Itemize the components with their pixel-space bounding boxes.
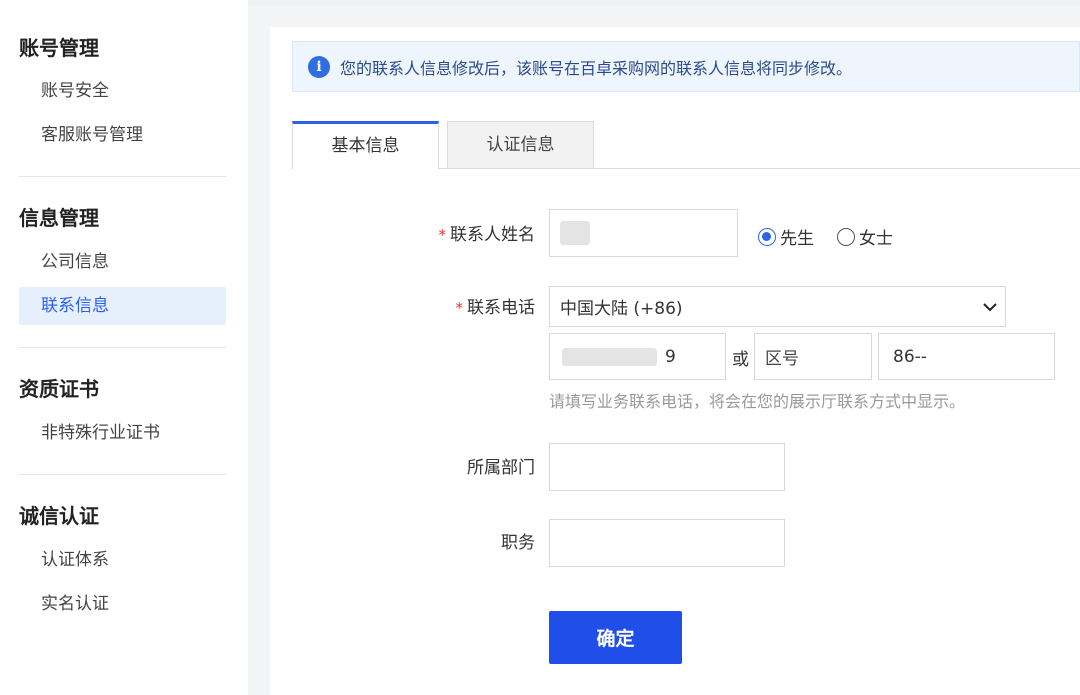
gender-ms-label: 女士 bbox=[859, 229, 893, 249]
chevron-down-icon bbox=[983, 302, 997, 311]
sidebar-item-cs-accounts[interactable]: 客服账号管理 bbox=[19, 116, 226, 154]
tab-bar: 基本信息 认证信息 bbox=[292, 121, 1080, 170]
landline-input[interactable]: 86-- bbox=[878, 333, 1055, 380]
confirm-button[interactable]: 确定 bbox=[549, 611, 682, 664]
gender-mr-radio[interactable]: 先生 bbox=[758, 224, 814, 249]
required-mark: * bbox=[455, 299, 464, 317]
info-notice: i 您的联系人信息修改后，该账号在百卓采购网的联系人信息将同步修改。 bbox=[292, 41, 1080, 92]
mobile-partial: 9 bbox=[665, 346, 676, 367]
gender-ms-radio[interactable]: 女士 bbox=[837, 224, 893, 249]
tab-basic-info[interactable]: 基本信息 bbox=[292, 121, 439, 170]
tab-cert-info[interactable]: 认证信息 bbox=[447, 121, 594, 169]
divider bbox=[19, 474, 226, 475]
area-code-input[interactable]: 区号 bbox=[754, 333, 872, 380]
country-code-value: 中国大陆 (+86) bbox=[560, 299, 683, 319]
radio-unchecked-icon bbox=[837, 227, 855, 246]
phone-label-text: 联系电话 bbox=[467, 298, 535, 318]
notice-text: 您的联系人信息修改后，该账号在百卓采购网的联系人信息将同步修改。 bbox=[340, 58, 853, 78]
radio-checked-icon bbox=[758, 227, 776, 246]
sidebar-item-realname-auth[interactable]: 实名认证 bbox=[19, 585, 226, 623]
sidebar-item-cert-system[interactable]: 认证体系 bbox=[19, 541, 226, 579]
or-text: 或 bbox=[732, 350, 749, 370]
contact-name-label: * 联系人姓名 bbox=[430, 220, 536, 245]
mobile-input[interactable]: 9 bbox=[549, 333, 726, 380]
position-label: 职务 bbox=[501, 533, 535, 553]
contact-name-input[interactable] bbox=[549, 209, 738, 257]
sidebar-group-title: 账号管理 bbox=[19, 36, 99, 60]
sidebar-group-title: 信息管理 bbox=[19, 206, 99, 230]
sidebar-group-title: 资质证书 bbox=[19, 377, 99, 401]
sidebar: 账号管理 账号安全 客服账号管理 信息管理 公司信息 联系信息 资质证书 非特殊… bbox=[0, 0, 248, 695]
sidebar-item-company-info[interactable]: 公司信息 bbox=[19, 243, 226, 281]
gender-mr-label: 先生 bbox=[780, 229, 814, 249]
sidebar-group-account: 账号管理 bbox=[0, 33, 99, 63]
phone-label: * 联系电话 bbox=[430, 293, 536, 318]
sidebar-item-account-security[interactable]: 账号安全 bbox=[19, 72, 226, 110]
dept-label: 所属部门 bbox=[467, 458, 535, 478]
country-code-select[interactable]: 中国大陆 (+86) bbox=[549, 286, 1006, 327]
required-mark: * bbox=[438, 226, 447, 244]
position-input[interactable] bbox=[549, 519, 785, 567]
contact-name-label-text: 联系人姓名 bbox=[450, 225, 535, 245]
phone-hint: 请填写业务联系电话，将会在您的展示厅联系方式中显示。 bbox=[549, 392, 966, 411]
dept-input[interactable] bbox=[549, 443, 785, 491]
main-panel: i 您的联系人信息修改后，该账号在百卓采购网的联系人信息将同步修改。 基本信息 … bbox=[270, 27, 1080, 695]
sidebar-item-contact-info[interactable]: 联系信息 bbox=[19, 287, 226, 325]
landline-value: 86-- bbox=[893, 346, 927, 367]
sidebar-group-title: 诚信认证 bbox=[19, 504, 99, 528]
info-icon: i bbox=[308, 55, 330, 78]
divider bbox=[19, 176, 226, 177]
redacted-phone bbox=[562, 347, 657, 366]
sidebar-item-certificates[interactable]: 非特殊行业证书 bbox=[19, 414, 226, 452]
redacted-name bbox=[560, 221, 590, 245]
divider bbox=[19, 347, 226, 348]
area-code-placeholder: 区号 bbox=[765, 349, 799, 369]
